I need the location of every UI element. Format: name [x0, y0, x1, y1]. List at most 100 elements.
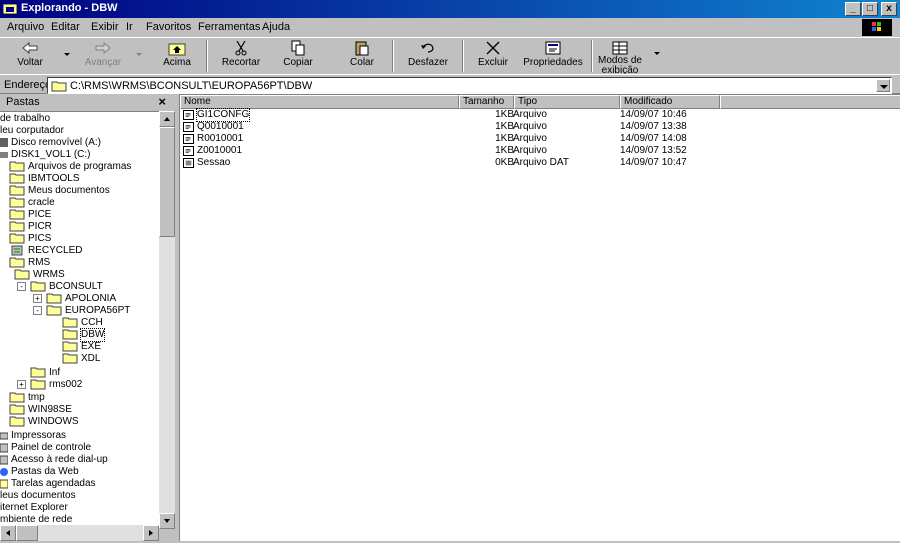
tree-item[interactable]: EXE [62, 341, 101, 353]
menu-favoritos[interactable]: Favoritos [146, 21, 191, 33]
views-dropdown-icon[interactable] [654, 52, 660, 55]
windows-logo-icon [862, 19, 892, 36]
column-headers: Nome Tamanho Tipo Modificado [180, 95, 900, 109]
cut-button[interactable]: Recortar [216, 38, 266, 74]
scroll-left-button[interactable] [0, 525, 16, 541]
tree-item[interactable]: APOLONIA [46, 293, 116, 305]
folder-icon [62, 341, 78, 352]
delete-button[interactable]: Excluir [472, 38, 514, 74]
menu-editar[interactable]: Editar [51, 21, 80, 33]
back-dropdown-icon[interactable] [64, 53, 70, 56]
tree-item[interactable]: PICR [0, 221, 52, 233]
scroll-thumb[interactable] [16, 525, 38, 541]
tree-item[interactable]: PICS [0, 233, 51, 245]
toolbar-separator [206, 40, 208, 72]
minimize-button[interactable]: _ [845, 2, 861, 16]
back-label: Voltar [17, 57, 43, 68]
tree-item[interactable]: RECYCLED [0, 245, 82, 257]
menu-arquivo[interactable]: Arquivo [7, 21, 44, 33]
file-row[interactable]: R0010001 1KB Arquivo 14/09/07 14:08 [180, 133, 900, 145]
tree-item[interactable]: Tarelas agendadas [0, 478, 96, 490]
menu-exibir[interactable]: Exibir [91, 21, 119, 33]
tree-item[interactable]: Disco removível (A:) [0, 137, 101, 149]
tree-item[interactable]: IBMTOOLS [0, 173, 80, 185]
folder-tree[interactable]: de trabalho leu corputador Disco removív… [0, 111, 159, 529]
tree-item[interactable]: Inf [30, 367, 60, 379]
tree-item[interactable]: Acesso à rede dial-up [0, 454, 108, 466]
web-folders-icon [0, 468, 8, 476]
copy-button[interactable]: Copiar [276, 38, 320, 74]
tree-item[interactable]: rms002 [30, 379, 82, 391]
tree-item[interactable]: CCH [62, 317, 103, 329]
file-row[interactable]: GI1CONFG 1KB Arquivo 14/09/07 10:46 [180, 108, 900, 122]
tree-item[interactable]: Pastas da Web [0, 466, 79, 478]
arrow-right-icon [149, 530, 153, 536]
menu-ajuda[interactable]: Ajuda [262, 21, 290, 33]
tree-item[interactable]: leus documentos [0, 490, 76, 502]
collapse-icon[interactable]: - [33, 306, 42, 315]
file-size: 1KB [495, 145, 514, 156]
tree-horizontal-scrollbar[interactable] [0, 525, 159, 541]
expand-icon[interactable]: + [33, 294, 42, 303]
tree-item[interactable]: EUROPA56PT [46, 305, 130, 317]
tree-vertical-scrollbar[interactable] [159, 111, 175, 529]
file-row[interactable]: Q0010001 1KB Arquivo 14/09/07 13:38 [180, 121, 900, 133]
arrow-left-icon [6, 530, 10, 536]
expand-icon[interactable]: + [17, 380, 26, 389]
tree-item[interactable]: iternet Explorer [0, 502, 68, 514]
scroll-up-button[interactable] [159, 111, 175, 127]
close-pane-icon[interactable]: × [158, 94, 166, 109]
menu-ir[interactable]: Ir [126, 21, 133, 33]
scroll-right-button[interactable] [143, 525, 159, 541]
tree-item[interactable]: de trabalho [0, 113, 50, 125]
tree-item[interactable]: PICE [0, 209, 51, 221]
properties-button[interactable]: Propriedades [522, 38, 584, 74]
folder-icon [9, 185, 25, 196]
back-button[interactable]: Voltar [8, 38, 52, 74]
file-row[interactable]: Z0010001 1KB Arquivo 14/09/07 13:52 [180, 145, 900, 157]
undo-button[interactable]: Desfazer [404, 38, 452, 74]
tree-item[interactable]: XDL [62, 353, 100, 365]
forward-button[interactable]: Avançar [78, 38, 128, 74]
scroll-down-button[interactable] [159, 513, 175, 529]
maximize-button[interactable]: □ [862, 2, 878, 16]
tree-item-selected[interactable]: DBW [62, 328, 106, 342]
collapse-icon[interactable]: - [17, 282, 26, 291]
column-header-name[interactable]: Nome [180, 95, 459, 109]
tree-item[interactable]: Meus documentos [0, 185, 110, 197]
tree-item[interactable]: WRMS [14, 269, 65, 281]
tree-item[interactable]: Painel de controle [0, 442, 91, 454]
tree-item[interactable]: cracle [0, 197, 55, 209]
scroll-thumb[interactable] [159, 127, 175, 237]
menu-ferramentas[interactable]: Ferramentas [198, 21, 260, 33]
tree-item[interactable]: WIN98SE [0, 404, 72, 416]
tree-item[interactable]: DISK1_VOL1 (C:) [0, 149, 90, 161]
tree-item[interactable]: tmp [0, 392, 45, 404]
scheduled-tasks-icon [0, 479, 8, 489]
up-button[interactable]: Acima [158, 38, 196, 74]
clipboard-icon [355, 41, 369, 56]
address-dropdown-button[interactable] [876, 79, 890, 92]
column-header-type[interactable]: Tipo [514, 95, 620, 109]
paste-button[interactable]: Colar [342, 38, 382, 74]
tree-item[interactable]: Arquivos de programas [0, 161, 131, 173]
tree-item[interactable]: BCONSULT [30, 281, 103, 293]
address-field[interactable]: C:\RMS\WRMS\BCONSULT\EUROPA56PT\DBW [47, 77, 892, 94]
folder-icon [9, 404, 25, 415]
tree-item[interactable]: RMS [0, 257, 50, 269]
undo-icon [421, 43, 434, 53]
close-button[interactable]: x [881, 2, 897, 16]
properties-label: Propriedades [523, 57, 583, 68]
tree-item[interactable]: Impressoras [0, 430, 66, 442]
tree-item[interactable]: WINDOWS [0, 416, 79, 428]
column-header-size[interactable]: Tamanho [459, 95, 514, 109]
forward-dropdown-icon[interactable] [136, 53, 142, 56]
views-button[interactable]: Modos de exibição [596, 38, 644, 76]
tree-item[interactable]: leu corputador [0, 125, 64, 137]
file-name: GI1CONFG [195, 108, 251, 122]
column-header-modified[interactable]: Modificado [620, 95, 720, 109]
file-name: R0010001 [197, 133, 244, 144]
file-type: Arquivo [513, 109, 547, 120]
file-row[interactable]: Sessao 0KB Arquivo DAT 14/09/07 10:47 [180, 157, 900, 169]
file-type: Arquivo [513, 133, 547, 144]
